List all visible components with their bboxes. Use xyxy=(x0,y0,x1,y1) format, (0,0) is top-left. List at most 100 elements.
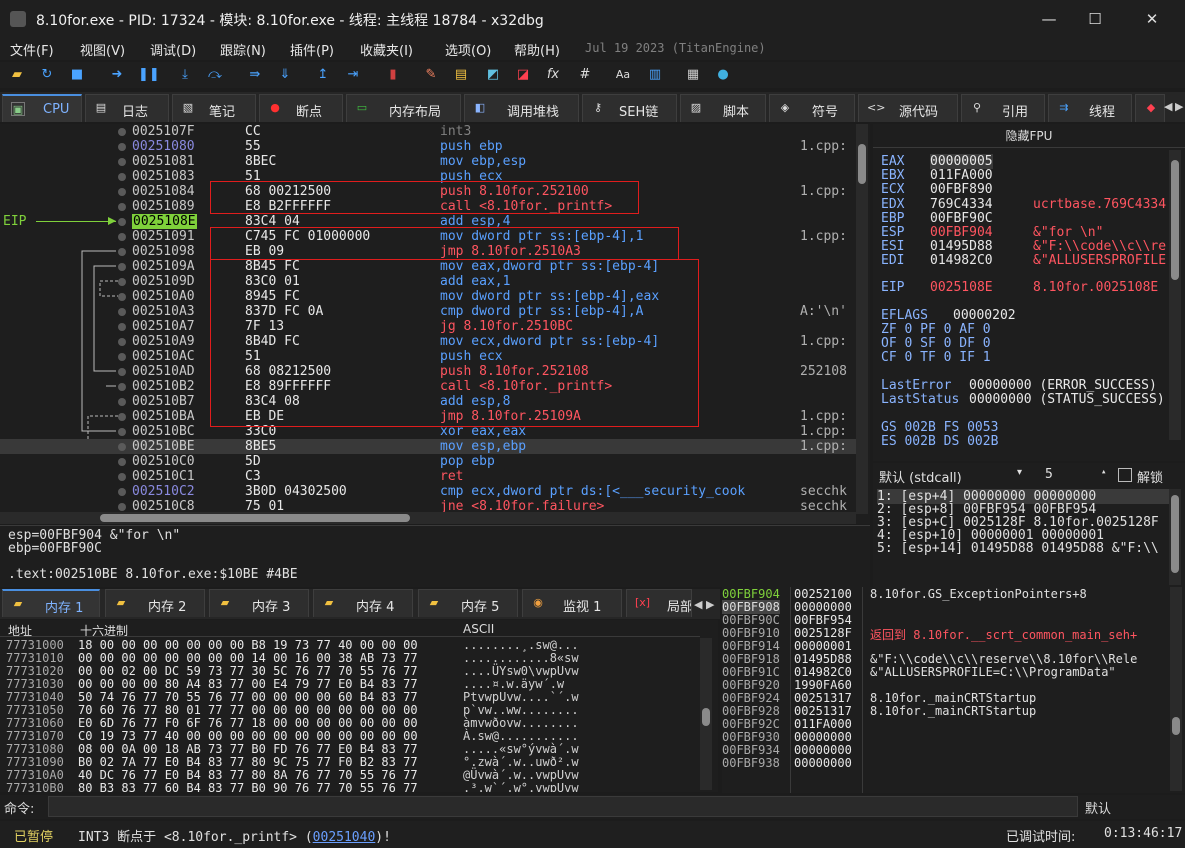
arguments-view[interactable]: 1: [esp+4] 00000000 00000000 2: [esp+8] … xyxy=(873,489,1185,587)
dump-hex[interactable]: 50 74 76 77 70 55 76 77 00 00 00 00 60 B… xyxy=(78,690,418,704)
breakpoint-dot-icon[interactable] xyxy=(118,128,126,136)
tab-call-stack[interactable]: ◧ 调用堆栈 xyxy=(464,94,579,122)
breakpoint-dot-icon[interactable] xyxy=(118,383,126,391)
stack-value[interactable]: 00252100 xyxy=(794,587,852,601)
stack-address[interactable]: 00FBF910 xyxy=(722,626,780,640)
dump-tabs-scroll-right-icon[interactable]: ▶ xyxy=(706,598,714,611)
dump-hex[interactable]: 08 00 0A 00 18 AB 73 77 B0 FD 76 77 E0 B… xyxy=(78,742,418,756)
dump-address[interactable]: 77731090 xyxy=(6,755,64,769)
stack-scroll-thumb[interactable] xyxy=(1172,717,1180,735)
disasm-address[interactable]: 00251091 xyxy=(132,229,195,244)
dump-address[interactable]: 77731040 xyxy=(6,690,64,704)
tab-notes[interactable]: ▧ 笔记 xyxy=(172,94,256,122)
status-address-link[interactable]: 00251040 xyxy=(313,830,376,845)
dump-address[interactable]: 77731060 xyxy=(6,716,64,730)
stop-icon[interactable]: ■ xyxy=(68,66,86,84)
stack-value[interactable]: 00251317 xyxy=(794,691,852,705)
breakpoint-dot-icon[interactable] xyxy=(118,233,126,241)
breakpoint-dot-icon[interactable] xyxy=(118,203,126,211)
dump-ascii[interactable]: °.zwà´.w..uwð².w xyxy=(463,755,579,769)
disasm-address[interactable]: 00251080 xyxy=(132,139,195,154)
dump-ascii[interactable]: ....¤.w.äyw´.w xyxy=(463,677,564,691)
stack-value[interactable]: 011FA000 xyxy=(794,717,852,731)
convention-select[interactable]: 默认 (stdcall) ▾ xyxy=(879,467,1027,486)
registers-scroll-thumb[interactable] xyxy=(1171,160,1179,280)
dump-address[interactable]: 77731050 xyxy=(6,703,64,717)
trace-into-icon[interactable]: ⇛ xyxy=(246,66,264,84)
dump-ascii[interactable]: .³.w`´.w°.vwpUvw xyxy=(463,781,579,792)
disasm-instruction[interactable]: ret xyxy=(440,469,463,484)
breakpoint-dot-icon[interactable] xyxy=(118,353,126,361)
menu-debug[interactable]: 调试(D) xyxy=(150,40,196,59)
dump-hex[interactable]: B0 02 7A 77 E0 B4 83 77 80 9C 75 77 F0 B… xyxy=(78,755,418,769)
tab-symbols[interactable]: ◈ 符号 xyxy=(769,94,855,122)
dump-address[interactable]: 77731080 xyxy=(6,742,64,756)
trace-over-icon[interactable]: ⇓ xyxy=(276,66,294,84)
dump-hex[interactable]: 00 00 02 00 DC 59 73 77 30 5C 76 77 70 5… xyxy=(78,664,418,678)
dump-address[interactable]: 777310A0 xyxy=(6,768,64,782)
registers-scrollbar[interactable] xyxy=(1169,150,1181,440)
stack-address[interactable]: 00FBF930 xyxy=(722,730,780,744)
stack-address[interactable]: 00FBF904 xyxy=(722,587,780,601)
tab-seh[interactable]: ⚷ SEH链 xyxy=(582,94,677,122)
tab-breakpoints[interactable]: ● 断点 xyxy=(259,94,343,122)
menu-file[interactable]: 文件(F) xyxy=(10,40,54,59)
disassembly-hscroll-thumb[interactable] xyxy=(100,514,410,522)
minimize-button[interactable]: — xyxy=(1034,6,1064,32)
tab-dump-4[interactable]: ▰ 内存 4 xyxy=(313,589,413,617)
stack-address[interactable]: 00FBF924 xyxy=(722,691,780,705)
register-value[interactable]: 01495D88 xyxy=(930,239,993,254)
register-value[interactable]: 00FBF890 xyxy=(930,182,993,197)
dump-scroll-thumb[interactable] xyxy=(702,708,710,726)
stack-value[interactable]: 00000000 xyxy=(794,600,852,614)
tab-dump-2[interactable]: ▰ 内存 2 xyxy=(105,589,205,617)
dump-hex[interactable]: 00 00 00 00 00 00 00 00 14 00 16 00 38 A… xyxy=(78,651,418,665)
dump-ascii[interactable]: ........¸.sw@... xyxy=(463,638,579,652)
disasm-instruction[interactable]: cmp ecx,dword ptr ds:[<___security_cook xyxy=(440,484,745,499)
comment-icon[interactable]: ▤ xyxy=(452,66,470,84)
menu-plugins[interactable]: 插件(P) xyxy=(290,40,334,59)
stack-value[interactable]: 00000000 xyxy=(794,756,852,770)
disasm-address[interactable]: 002510BA xyxy=(132,409,195,424)
dump-ascii[interactable]: À.sw@........... xyxy=(463,729,579,743)
breakpoint-dot-icon[interactable] xyxy=(118,173,126,181)
register-value[interactable]: 00FBF90C xyxy=(930,211,993,226)
stack-value[interactable]: 00000000 xyxy=(794,743,852,757)
disasm-row[interactable]: 002510C2 3B0D 04302500 cmp ecx,dword ptr d… xyxy=(0,484,860,499)
disasm-address[interactable]: 002510AD xyxy=(132,364,195,379)
dump-hex[interactable]: E0 6D 76 77 F0 6F 76 77 18 00 00 00 00 0… xyxy=(78,716,418,730)
menu-favourites[interactable]: 收藏夹(I) xyxy=(360,40,413,59)
dump-ascii[interactable]: p`vw..ww........ xyxy=(463,703,579,717)
stack-value[interactable]: 0025128F xyxy=(794,626,852,640)
flags-row-1[interactable]: ZF 0 PF 0 AF 0 xyxy=(881,322,991,337)
dump-ascii[interactable]: ............8«sw xyxy=(463,651,579,665)
breakpoint-dot-icon[interactable] xyxy=(118,473,126,481)
tab-memory-map[interactable]: ▭ 内存布局 xyxy=(346,94,461,122)
globe-icon[interactable]: ● xyxy=(714,66,732,84)
disasm-address[interactable]: 0025109A xyxy=(132,259,195,274)
dump-address[interactable]: 77731010 xyxy=(6,651,64,665)
dump-ascii[interactable]: @Üvwà´.w..vwpUvw xyxy=(463,768,579,782)
disasm-row[interactable]: 00251081 8BEC mov ebp,esp xyxy=(0,154,860,169)
disasm-address[interactable]: 002510C1 xyxy=(132,469,195,484)
disasm-address[interactable]: 002510A0 xyxy=(132,289,195,304)
stack-value[interactable]: 00FBF954 xyxy=(794,613,852,627)
menu-trace[interactable]: 跟踪(N) xyxy=(220,40,266,59)
disasm-address[interactable]: 002510C0 xyxy=(132,454,195,469)
breakpoint-dot-icon[interactable] xyxy=(118,248,126,256)
stack-value[interactable]: 00251317 xyxy=(794,704,852,718)
dump-address[interactable]: 777310B0 xyxy=(6,781,64,792)
stack-address[interactable]: 00FBF938 xyxy=(722,756,780,770)
breakpoint-dot-icon[interactable] xyxy=(118,398,126,406)
disasm-address[interactable]: 002510A7 xyxy=(132,319,195,334)
font-icon[interactable]: Aa xyxy=(614,66,632,84)
stack-value[interactable]: 01495D88 xyxy=(794,652,852,666)
disasm-address[interactable]: 002510B7 xyxy=(132,394,195,409)
breakpoint-dot-icon[interactable] xyxy=(118,368,126,376)
dump-ascii[interactable]: àmvwðovw........ xyxy=(463,716,579,730)
breakpoint-dot-icon[interactable] xyxy=(118,488,126,496)
flags-row-3[interactable]: CF 0 TF 0 IF 1 xyxy=(881,350,991,365)
open-icon[interactable]: ▰ xyxy=(8,66,26,84)
disasm-instruction[interactable]: int3 xyxy=(440,124,471,139)
stack-address[interactable]: 00FBF920 xyxy=(722,678,780,692)
